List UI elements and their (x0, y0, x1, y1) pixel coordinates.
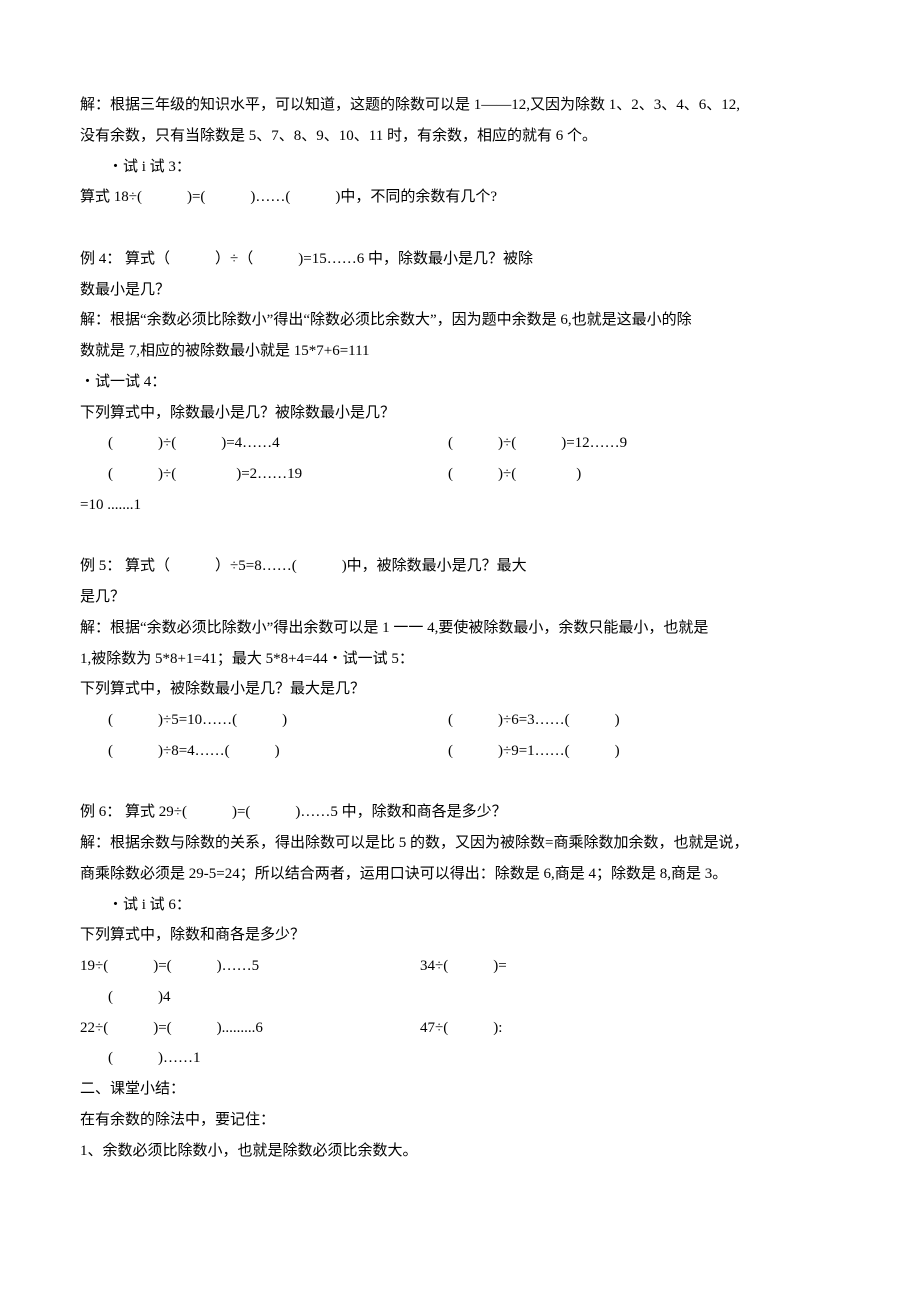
paragraph: 是几？ (80, 582, 840, 613)
blank-line (80, 521, 840, 552)
example-heading: 例 6： 算式 29÷( )=( )……5 中，除数和商各是多少？ (80, 797, 840, 828)
problem-cell: ( )÷9=1……( ) (448, 736, 840, 767)
question: 算式 18÷( )=( )……( )中，不同的余数有几个? (80, 182, 840, 213)
paragraph: 解：根据余数与除数的关系，得出除数可以是比 5 的数，又因为被除数=商乘除数加余… (80, 828, 840, 859)
problem-cell: 47÷( ): (420, 1013, 840, 1044)
paragraph: ( )4 (80, 982, 840, 1013)
blank-line (80, 767, 840, 798)
paragraph: 1,被除数为 5*8+1=41；最大 5*8+4=44・试一试 5： (80, 644, 840, 675)
problem-cell: 22÷( )=( ).........6 (80, 1013, 420, 1044)
paragraph: 解：根据“余数必须比除数小”得出余数可以是 1 一一 4,要使被除数最小，余数只… (80, 613, 840, 644)
problem-cell: ( )÷( )=2……19 (108, 459, 448, 490)
paragraph: 数最小是几？ (80, 275, 840, 306)
problem-cell: ( )÷( ) (448, 459, 840, 490)
paragraph: 解：根据“余数必须比除数小”得出“除数必须比余数大”，因为题中余数是 6,也就是… (80, 305, 840, 336)
problem-cell: ( )÷( )=12……9 (448, 428, 840, 459)
paragraph: 解：根据三年级的知识水平，可以知道，这题的除数可以是 1——12,又因为除数 1… (80, 90, 840, 121)
try-label: ・试 i 试 6： (80, 890, 840, 921)
paragraph: 下列算式中，除数最小是几？被除数最小是几？ (80, 398, 840, 429)
paragraph: 没有余数，只有当除数是 5、7、8、9、10、11 时，有余数，相应的就有 6 … (80, 121, 840, 152)
try-label: ・试 i 试 3： (80, 152, 840, 183)
problem-cell: ( )÷6=3……( ) (448, 705, 840, 736)
problem-row: ( )÷5=10……( ) ( )÷6=3……( ) (80, 705, 840, 736)
problem-cell: ( )÷8=4……( ) (108, 736, 448, 767)
problem-row: ( )÷8=4……( ) ( )÷9=1……( ) (80, 736, 840, 767)
problem-cell: 34÷( )= (420, 951, 840, 982)
document-page: 解：根据三年级的知识水平，可以知道，这题的除数可以是 1——12,又因为除数 1… (0, 0, 920, 1226)
paragraph: 商乘除数必须是 29-5=24；所以结合两者，运用口诀可以得出：除数是 6,商是… (80, 859, 840, 890)
section-heading: 二、课堂小结： (80, 1074, 840, 1105)
list-item: 1、余数必须比除数小，也就是除数必须比余数大。 (80, 1136, 840, 1167)
problem-row: 19÷( )=( )……5 34÷( )= (80, 951, 840, 982)
paragraph: ( )……1 (80, 1043, 840, 1074)
paragraph: 数就是 7,相应的被除数最小就是 15*7+6=111 (80, 336, 840, 367)
blank-line (80, 213, 840, 244)
paragraph: =10 .......1 (80, 490, 840, 521)
problem-row: ( )÷( )=4……4 ( )÷( )=12……9 (80, 428, 840, 459)
example-heading: 例 5： 算式（ ）÷5=8……( )中，被除数最小是几？最大 (80, 551, 840, 582)
problem-cell: 19÷( )=( )……5 (80, 951, 420, 982)
problem-cell: ( )÷( )=4……4 (108, 428, 448, 459)
paragraph: 在有余数的除法中，要记住： (80, 1105, 840, 1136)
paragraph: 下列算式中，被除数最小是几？最大是几？ (80, 674, 840, 705)
problem-cell: ( )÷5=10……( ) (108, 705, 448, 736)
paragraph: 下列算式中，除数和商各是多少？ (80, 920, 840, 951)
example-heading: 例 4： 算式（ ）÷（ )=15……6 中，除数最小是几？被除 (80, 244, 840, 275)
try-label: ・试一试 4： (80, 367, 840, 398)
problem-row: ( )÷( )=2……19 ( )÷( ) (80, 459, 840, 490)
problem-row: 22÷( )=( ).........6 47÷( ): (80, 1013, 840, 1044)
